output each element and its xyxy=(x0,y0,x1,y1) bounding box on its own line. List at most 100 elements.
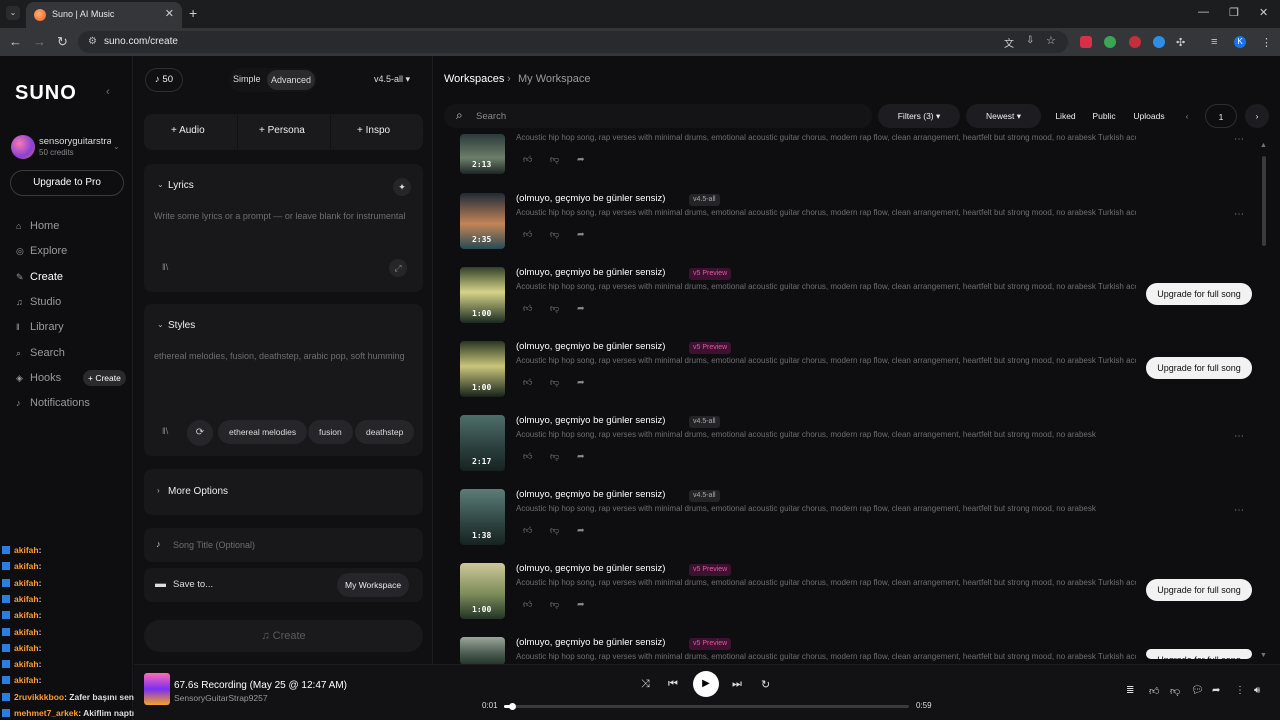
dislike-icon[interactable]: 👎︎ xyxy=(550,303,559,314)
song-cover-art[interactable]: 1:00 xyxy=(460,341,505,397)
more-options-icon[interactable]: ⋮ xyxy=(1235,685,1245,696)
browser-menu-icon[interactable]: ⋮ xyxy=(1261,36,1273,49)
previous-icon[interactable]: ⏮ xyxy=(668,678,678,691)
song-cover-art[interactable]: 1:00 xyxy=(460,563,505,619)
song-title[interactable]: (olmuyo, geçmiyo be günler sensiz) xyxy=(516,341,665,352)
bookmark-star-icon[interactable]: ☆ xyxy=(1046,34,1056,47)
player-title[interactable]: 67.6s Recording (May 25 @ 12:47 AM) xyxy=(174,680,347,691)
like-icon[interactable]: 👍︎ xyxy=(523,599,532,610)
dislike-icon[interactable]: 👎︎ xyxy=(550,154,559,165)
create-button[interactable]: ♫ Create xyxy=(144,620,423,652)
song-title[interactable]: (olmuyo, geçmiyo be günler sensiz) xyxy=(516,489,665,500)
sidebar-item-explore[interactable]: ◎ Explore xyxy=(16,245,67,261)
workspace-select[interactable]: My Workspace xyxy=(337,573,410,597)
minimize-icon[interactable]: — xyxy=(1198,6,1209,18)
lyrics-title[interactable]: Lyrics xyxy=(168,180,194,191)
maximize-icon[interactable]: ❐ xyxy=(1229,6,1239,19)
search-input[interactable] xyxy=(476,106,856,126)
play-button[interactable]: ▶ xyxy=(693,671,719,697)
model-version-select[interactable]: v4.5-all ▾ xyxy=(374,74,410,85)
add-inspo-button[interactable]: + Inspo xyxy=(357,125,390,136)
song-title[interactable]: (olmuyo, geçmiyo be günler sensiz) xyxy=(516,415,665,426)
mode-simple-tab[interactable]: Simple xyxy=(233,74,261,84)
sidebar-item-notifications[interactable]: ♪ Notifications xyxy=(16,397,90,413)
song-title[interactable]: (olmuyo, geçmiyo be günler sensiz) xyxy=(516,637,665,648)
seek-bar[interactable] xyxy=(504,703,909,710)
repeat-icon[interactable]: ↻ xyxy=(761,678,770,691)
account-chevron-icon[interactable]: ⌄ xyxy=(113,142,120,151)
next-page-icon[interactable]: › xyxy=(1245,104,1269,128)
song-title[interactable]: (olmuyo, geçmiyo be günler sensiz) xyxy=(516,267,665,278)
song-cover-art[interactable]: 1:00 xyxy=(460,267,505,323)
sidebar-item-hooks[interactable]: ◈ Hooks xyxy=(16,372,61,388)
filters-button[interactable]: Filters (3) ▾ xyxy=(878,104,960,128)
dislike-icon[interactable]: 👎︎ xyxy=(550,451,559,462)
uploads-filter-button[interactable]: Uploads xyxy=(1127,104,1171,128)
forward-icon[interactable]: → xyxy=(33,34,46,49)
avatar[interactable] xyxy=(11,135,35,159)
styles-library-icon[interactable]: ǁ\ xyxy=(162,426,168,436)
reload-icon[interactable]: ↻ xyxy=(57,34,68,50)
share-icon[interactable]: ➦ xyxy=(577,451,585,462)
profile-avatar-icon[interactable]: K xyxy=(1234,36,1246,48)
song-cover-art[interactable]: 2:17 xyxy=(460,415,505,471)
public-filter-button[interactable]: Public xyxy=(1086,104,1122,128)
username[interactable]: sensoryguitarstrap9257 xyxy=(39,136,111,147)
upgrade-to-pro-button[interactable]: Upgrade to Pro xyxy=(10,170,124,196)
prev-page-icon[interactable]: ‹ xyxy=(1175,104,1199,128)
sidebar-item-create[interactable]: ✎ Create xyxy=(16,271,63,287)
share-icon[interactable]: ➦ xyxy=(577,377,585,388)
song-more-icon[interactable]: ⋯ xyxy=(1234,505,1244,516)
upgrade-full-song-button[interactable]: Upgrade for full song xyxy=(1146,283,1252,305)
site-info-icon[interactable]: ⚙ xyxy=(88,36,97,47)
more-options-card[interactable]: › More Options xyxy=(144,469,423,515)
extension-record-icon[interactable] xyxy=(1129,36,1141,48)
page-number[interactable]: 1 xyxy=(1205,104,1237,128)
sort-button[interactable]: Newest ▾ xyxy=(966,104,1041,128)
sidebar-item-search[interactable]: ⌕ Search xyxy=(16,347,65,363)
expand-icon[interactable]: ⤢ xyxy=(389,259,407,277)
style-tag[interactable]: ethereal melodies xyxy=(218,420,308,444)
volume-icon[interactable]: 🔊︎ xyxy=(1254,685,1260,696)
like-icon[interactable]: 👍︎ xyxy=(523,229,532,240)
browser-tab[interactable]: Suno | AI Music ✕ xyxy=(26,2,182,28)
song-title[interactable]: (olmuyo, geçmiyo be günler sensiz) xyxy=(516,193,665,204)
extension-blue-icon[interactable] xyxy=(1153,36,1165,48)
queue-icon[interactable]: ≣ xyxy=(1126,685,1134,696)
scroll-down-icon[interactable]: ▼ xyxy=(1260,652,1267,659)
magic-wand-icon[interactable]: ✦ xyxy=(393,178,411,196)
styles-title[interactable]: Styles xyxy=(168,320,195,331)
url-text[interactable]: suno.com/create xyxy=(104,36,178,47)
like-icon[interactable]: 👍︎ xyxy=(523,377,532,388)
style-tag[interactable]: fusion xyxy=(308,420,353,444)
back-icon[interactable]: ← xyxy=(9,34,22,49)
dislike-icon[interactable]: 👎︎ xyxy=(550,377,559,388)
upgrade-full-song-button[interactable]: Upgrade for full song xyxy=(1146,579,1252,601)
dislike-icon[interactable]: 👎︎ xyxy=(550,599,559,610)
style-tag[interactable]: deathstep xyxy=(355,420,415,444)
translate-icon[interactable]: 文 xyxy=(1004,35,1014,50)
player-artist[interactable]: SensoryGuitarStrap9257 xyxy=(174,693,268,703)
sidebar-item-studio[interactable]: ♫ Studio xyxy=(16,296,61,312)
add-persona-button[interactable]: + Persona xyxy=(259,125,305,136)
tab-search-button[interactable]: ⌄ xyxy=(6,6,20,20)
lyrics-chevron-icon[interactable]: ⌄ xyxy=(157,180,164,189)
like-icon[interactable]: 👍︎ xyxy=(523,303,532,314)
mode-advanced-tab[interactable]: Advanced xyxy=(267,70,316,90)
song-title[interactable]: (olmuyo, geçmiyo be günler sensiz) xyxy=(516,563,665,574)
next-icon[interactable]: ⏭ xyxy=(732,678,742,691)
breadcrumb-workspaces[interactable]: Workspaces xyxy=(444,73,504,85)
share-icon[interactable]: ➦ xyxy=(577,303,585,314)
like-icon[interactable]: 👍︎ xyxy=(523,525,532,536)
song-row[interactable]: 1:00 (olmuyo, geçmiyo be günler sensiz) v5… xyxy=(460,267,1260,341)
suno-logo[interactable]: SUNO xyxy=(15,82,77,105)
extensions-puzzle-icon[interactable]: ✣ xyxy=(1176,36,1188,49)
sidebar-item-library[interactable]: ǁ Library xyxy=(16,321,64,337)
dislike-icon[interactable]: 👎︎ xyxy=(550,525,559,536)
mode-toggle[interactable]: Simple Advanced xyxy=(229,68,317,92)
share-icon[interactable]: ➦ xyxy=(577,154,585,165)
seek-handle[interactable] xyxy=(509,703,517,710)
song-cover-art[interactable]: 2:13 xyxy=(460,134,505,174)
scroll-up-icon[interactable]: ▲ xyxy=(1260,142,1267,149)
credit-pill[interactable]: ♪ 50 xyxy=(145,68,183,92)
